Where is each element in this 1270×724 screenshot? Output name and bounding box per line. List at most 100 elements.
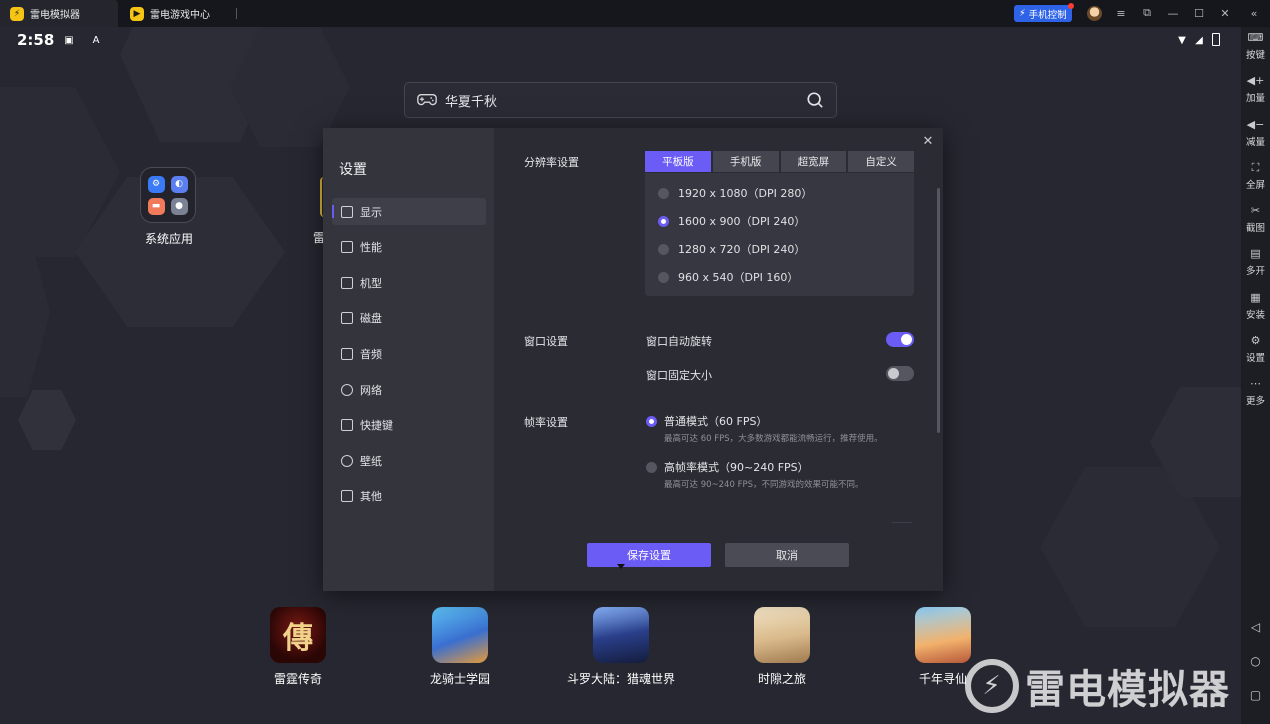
resolution-option[interactable]: 1920 x 1080（DPI 280） [658,185,812,201]
resolution-options: 1920 x 1080（DPI 280） 1600 x 900（DPI 240）… [645,173,914,296]
settings-menu-display[interactable]: 显示 [332,198,486,225]
dock-app[interactable]: 龙骑士学园 [395,607,525,687]
settings-menu-model[interactable]: 机型 [332,269,486,296]
radio-button[interactable] [646,461,657,473]
dock-pointer [617,564,625,569]
resolution-option[interactable]: 1600 x 900（DPI 240） [658,213,805,229]
close-dialog-icon[interactable]: ✕ [920,133,936,149]
dragon-academy-icon [432,607,488,663]
dock-app[interactable]: 斗罗大陆：猎魂世界 [556,607,686,687]
toolbar-fullscreen[interactable]: ⛶ 全屏 [1241,161,1270,191]
maximize-icon[interactable]: ☐ [1188,3,1210,23]
radio-button[interactable] [658,271,669,283]
system-apps-label: 系统应用 [144,232,193,246]
toggle-knob [888,368,899,379]
fps-option-high[interactable]: 高帧率模式（90~240 FPS） [646,459,809,475]
dock-app[interactable]: 傳 雷霆传奇 [233,607,363,687]
signal-icon: ◢ [1195,34,1203,46]
home-nav-icon[interactable]: ○ [1249,654,1262,668]
search-input[interactable]: 华夏千秋 [445,91,497,110]
settings-menu-other[interactable]: 其他 [332,482,486,509]
disk-icon [341,311,353,324]
a-notification-icon: A [92,34,100,46]
settings-sidebar: 设置 显示 性能 机型 磁盘 音频 网络 快捷键 壁纸 其他 [323,128,494,591]
settings-menu-shortcuts[interactable]: 快捷键 [332,411,486,438]
settings-menu-performance[interactable]: 性能 [332,233,486,260]
toolbar-volume-down[interactable]: ◀− 减量 [1241,118,1270,148]
more-icon: ⋯ [1250,377,1261,390]
gear-icon: ⚙ [1250,334,1261,347]
shixi-zhilv-icon [754,607,810,663]
system-apps-folder-icon: ⚙ ◐ ▬ ● [140,167,196,223]
phone-model-icon [341,276,353,289]
cancel-button[interactable]: 取消 [725,543,849,567]
gamepad-icon [417,94,437,106]
settings-menu-audio[interactable]: 音频 [332,340,486,367]
settings-menu-network[interactable]: 网络 [332,376,486,403]
system-apps-folder[interactable]: ⚙ ◐ ▬ ● 系统应用 [140,167,198,247]
auto-rotate-label: 窗口自动旋转 [646,335,712,348]
resolution-tab-ultrawide[interactable]: 超宽屏 [780,151,847,172]
toolbar-volume-up[interactable]: ◀+ 加量 [1241,74,1270,104]
toggle-knob [901,334,912,345]
toolbar-install[interactable]: ▦ 安装 [1241,291,1270,321]
settings-app-icon: ⚙ [147,175,165,193]
radio-button[interactable] [658,243,669,255]
title-bar: ⚡ 雷电模拟器 ▶ 雷电游戏中心 ⚡ 手机控制 ≡ ⧉ — ☐ ✕ « [0,0,1270,27]
dock-app-label: 雷霆传奇 [273,672,322,686]
toolbar-multi-instance[interactable]: ▤ 多开 [1241,247,1270,277]
ldplayer-logo-icon: ⚡ [10,6,24,21]
performance-icon [341,240,353,253]
toolbar-settings[interactable]: ⚙ 设置 [1241,334,1270,364]
search-bar[interactable]: 华夏千秋 [404,82,837,118]
tab-game-center[interactable]: ▶ 雷电游戏中心 [120,0,236,27]
fixed-size-toggle[interactable] [886,366,914,381]
monitor-icon [341,205,353,218]
leiting-chuanqi-icon: 傳 [270,607,326,663]
resolution-option[interactable]: 960 x 540（DPI 160） [658,269,798,285]
dock-app-label: 时隙之旅 [757,672,806,686]
window-section-label: 窗口设置 [524,335,568,348]
settings-scrollbar[interactable] [937,188,940,433]
resolution-option[interactable]: 1280 x 720（DPI 240） [658,241,805,257]
save-settings-button[interactable]: 保存设置 [587,543,711,567]
volume-down-icon: ◀− [1246,118,1265,131]
ldplayer-watermark-logo-icon: ⚡ [965,659,1019,713]
toolbar-more[interactable]: ⋯ 更多 [1241,377,1270,407]
settings-menu-wallpaper[interactable]: 壁纸 [332,447,486,474]
close-window-icon[interactable]: ✕ [1214,3,1236,23]
minimize-icon[interactable]: — [1162,3,1184,23]
resolution-tab-tablet[interactable]: 平板版 [645,151,711,172]
settings-menu-disk[interactable]: 磁盘 [332,304,486,331]
collapse-sidebar-icon[interactable]: « [1243,3,1265,23]
search-icon[interactable] [806,91,824,109]
resolution-tab-custom[interactable]: 自定义 [848,151,914,172]
back-nav-icon[interactable]: ◁ [1249,620,1262,634]
fps-option-normal[interactable]: 普通模式（60 FPS） [646,413,767,429]
window-popout-icon[interactable]: ⧉ [1136,3,1158,23]
toolbar-screenshot[interactable]: ✂ 截图 [1241,204,1270,234]
recents-nav-icon[interactable]: ▢ [1249,688,1262,702]
keyboard-icon [341,418,353,431]
radio-button[interactable] [658,187,669,199]
tab-divider [236,8,237,19]
toolbar-keymap[interactable]: ⌨ 按键 [1241,31,1270,61]
settings-title: 设置 [339,162,367,178]
tab-emulator[interactable]: ⚡ 雷电模拟器 [0,0,118,27]
dock-app[interactable]: 时隙之旅 [717,607,847,687]
radio-button-selected[interactable] [646,415,657,427]
tab-emulator-label: 雷电模拟器 [30,10,80,21]
watermark-text: 雷电模拟器 [1025,667,1230,713]
divider [892,522,912,523]
radio-button-selected[interactable] [658,215,669,227]
grid-icon [341,489,353,502]
fullscreen-icon: ⛶ [1251,161,1260,174]
lightning-icon: ⚡ [1019,8,1026,19]
auto-rotate-toggle[interactable] [886,332,914,347]
resolution-tab-phone[interactable]: 手机版 [712,151,779,172]
files-app-icon: ▬ [147,197,165,215]
tab-game-center-label: 雷电游戏中心 [150,10,210,21]
user-avatar[interactable] [1087,6,1102,21]
menu-icon[interactable]: ≡ [1110,3,1132,23]
phone-control-button[interactable]: ⚡ 手机控制 [1014,3,1074,22]
